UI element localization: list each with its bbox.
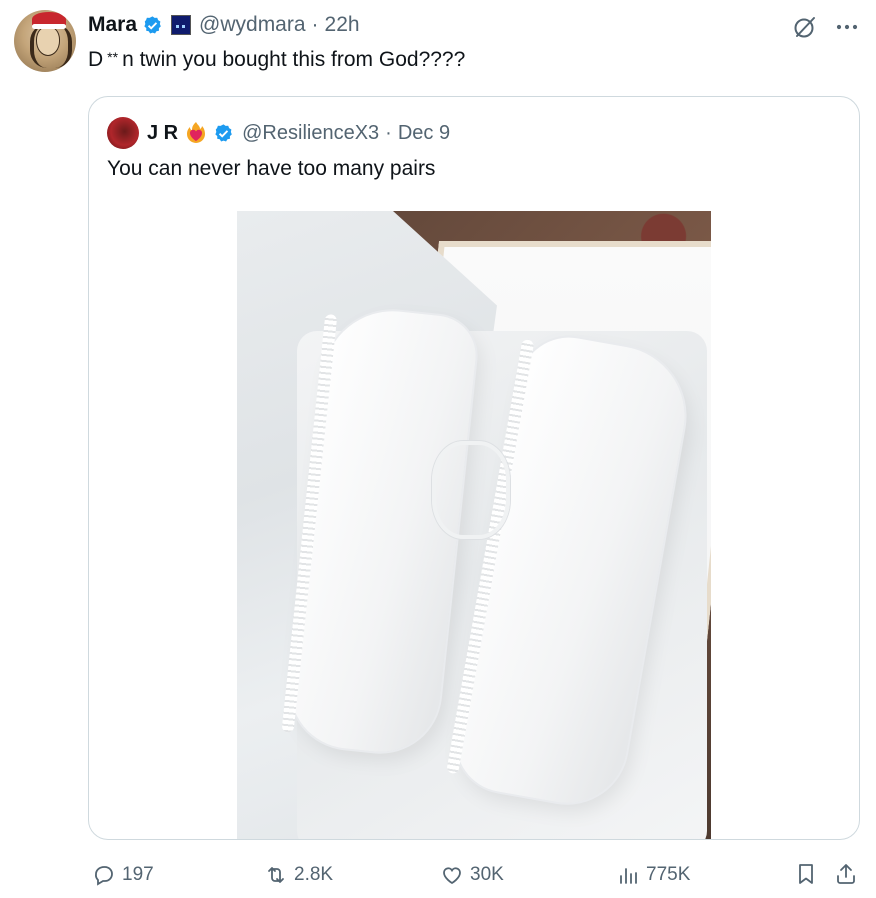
tweet-header: Mara @wydmara · 22h [88, 12, 360, 38]
reply-icon [95, 866, 113, 886]
more-options-icon[interactable] [834, 14, 860, 40]
tweet-text: D ** n twin you bought this from God???? [88, 46, 465, 75]
author-avatar[interactable] [14, 10, 76, 72]
like-count: 30K [470, 864, 504, 885]
like-button[interactable]: 30K [440, 863, 504, 887]
quoted-author-avatar[interactable] [107, 117, 139, 149]
quoted-tweet-header: J R @ResilienceX3 · Dec 9 [147, 119, 450, 147]
reply-count: 197 [122, 864, 154, 885]
views-count: 775K [646, 864, 691, 885]
author-name[interactable]: Mara [88, 13, 137, 37]
santa-hat [32, 12, 66, 29]
reply-button[interactable]: 197 [92, 863, 154, 887]
quoted-tweet[interactable]: J R @ResilienceX3 · Dec 9 You can never … [88, 96, 860, 840]
sneakers-photo[interactable] [237, 211, 711, 839]
tweet-text-rest: n twin you bought this from God???? [122, 48, 466, 71]
heart-icon [443, 867, 461, 885]
heart-on-fire-icon [187, 122, 206, 143]
views-button[interactable]: 775K [616, 863, 690, 887]
repost-button[interactable]: 2.8K [264, 863, 333, 887]
affiliate-badge-icon [171, 15, 192, 35]
views-chart-icon [620, 868, 637, 884]
photo-laces [432, 441, 510, 539]
tweet-text-stars: ** [107, 49, 119, 65]
tweet-text-prefix: D [88, 48, 104, 71]
quoted-separator-dot: · [385, 121, 392, 144]
quoted-tweet-text: You can never have too many pairs [107, 157, 436, 180]
grok-icon[interactable] [792, 14, 818, 40]
quoted-author-handle[interactable]: @ResilienceX3 [242, 122, 379, 145]
repost-icon [268, 867, 284, 883]
author-handle[interactable]: @wydmara [199, 13, 306, 37]
repost-count: 2.8K [294, 864, 334, 885]
quoted-author-name[interactable]: J R [147, 122, 178, 145]
quoted-tweet-date[interactable]: Dec 9 [398, 122, 450, 145]
quoted-verified-badge-icon [215, 123, 232, 142]
tweet-action-bar: 197 2.8K 30K 775K [88, 858, 860, 892]
separator-dot: · [311, 13, 319, 36]
tweet-time[interactable]: 22h [325, 13, 360, 37]
share-icon[interactable] [834, 862, 858, 886]
bookmark-icon[interactable] [794, 862, 818, 886]
avatar-face [36, 26, 60, 56]
verified-badge-icon [144, 15, 161, 34]
